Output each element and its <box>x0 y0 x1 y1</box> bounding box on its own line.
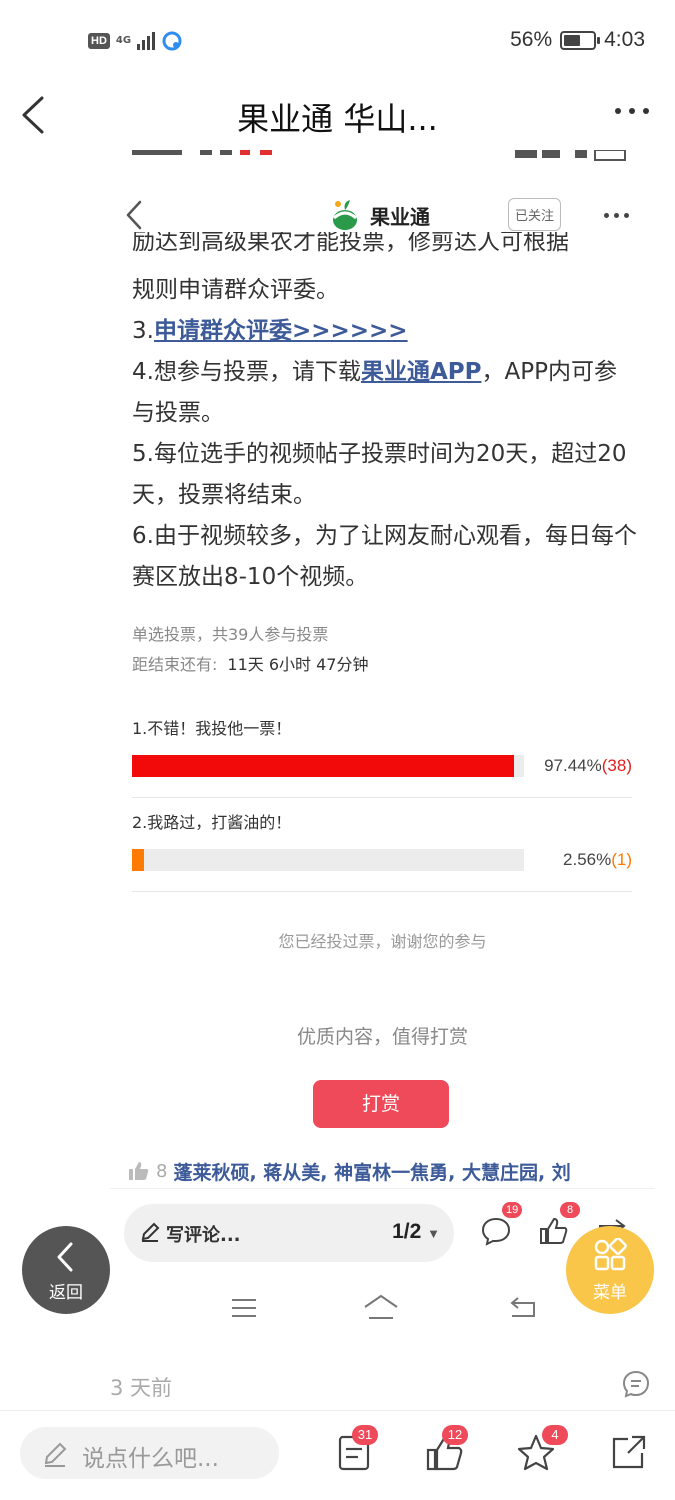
comment-badge: 19 <box>502 1202 523 1218</box>
like-badge: 12 <box>442 1425 468 1445</box>
poll-option-label: 1.不错！我投他一票！ <box>132 719 292 738</box>
battery-percent: 56% <box>510 28 553 51</box>
grid-menu-icon <box>594 1238 627 1271</box>
reward-prompt: 优质内容，值得打赏 <box>296 1026 468 1048</box>
page-number: 1/2 <box>392 1220 422 1243</box>
hd-badge: HD <box>88 33 110 49</box>
article-line-rule: 规则申请群众评委。 <box>132 277 339 303</box>
inner-more-icon[interactable] <box>604 213 629 218</box>
reward-button[interactable]: 打赏 <box>313 1080 449 1128</box>
page-indicator[interactable]: 1/2 ▼ <box>392 1220 440 1244</box>
pen-icon <box>44 1442 67 1467</box>
bottom-bar: 说点什么吧... 31 12 4 <box>0 1411 675 1500</box>
notes-badge: 31 <box>352 1425 378 1445</box>
poll-percent: 97.44% <box>544 756 602 775</box>
top-nav: 果业通 华山... <box>0 80 675 150</box>
countdown-value: 11天 6小时 47分钟 <box>227 655 369 674</box>
app-notification-icon <box>162 31 182 51</box>
notes-icon[interactable]: 31 <box>334 1425 378 1473</box>
divider <box>132 891 632 892</box>
status-right: 56% 4:03 <box>510 28 645 52</box>
item3-prefix: 3. <box>132 318 154 344</box>
poll-option-result: 2.56%(1) <box>563 849 632 871</box>
poll-count: (1) <box>611 850 632 869</box>
poll-percent: 2.56% <box>563 850 612 869</box>
status-bar: HD 4G 56% 4:03 <box>0 0 675 80</box>
message-icon[interactable] <box>621 1369 651 1399</box>
more-options-icon[interactable] <box>615 108 649 114</box>
like-badge: 8 <box>560 1202 580 1218</box>
countdown-label: 距结束还有: <box>132 655 218 674</box>
poll-summary: 单选投票，共39人参与投票 <box>132 625 329 644</box>
poll-bar-fill <box>132 849 144 871</box>
comment-icon[interactable]: 19 <box>480 1202 523 1246</box>
embedded-screenshot: 果业通 已关注 励达到高级果农才能投票，修剪达人可根据 规则申请群众评委。 3.… <box>110 150 655 1330</box>
floating-back-label: 返回 <box>49 1283 83 1303</box>
apply-jury-link[interactable]: 申请群众评委>>>>>> <box>154 318 408 344</box>
pen-icon <box>141 1222 160 1242</box>
download-app-link[interactable]: 果业通APP <box>361 359 482 385</box>
say-placeholder: 说点什么吧... <box>82 1446 219 1472</box>
comment-placeholder: 写评论... <box>166 1225 241 1246</box>
follow-button[interactable]: 已关注 <box>508 198 562 231</box>
clock: 4:03 <box>604 28 645 51</box>
like-icon[interactable]: 8 <box>538 1202 580 1246</box>
star-icon[interactable]: 4 <box>516 1425 568 1473</box>
write-comment-input[interactable]: 写评论... 1/2 ▼ <box>124 1204 454 1262</box>
home-icon[interactable] <box>362 1293 400 1321</box>
brand-name: 果业通 <box>370 204 430 229</box>
thumbs-up-icon <box>129 1162 149 1180</box>
star-badge: 4 <box>542 1425 568 1445</box>
post-time: 3 天前 <box>110 1376 173 1400</box>
network-type: 4G <box>115 35 132 46</box>
likers-count: 8 <box>156 1160 168 1182</box>
divider <box>132 797 632 798</box>
poll-option[interactable]: 1.不错！我投他一票！ 97.44%(38) <box>132 715 632 798</box>
poll-countdown: 距结束还有: 11天 6小时 47分钟 <box>132 650 632 680</box>
article-body: 励达到高级果农才能投票，修剪达人可根据 规则申请群众评委。 3.申请群众评委>>… <box>132 232 637 598</box>
signal-icon <box>137 32 156 50</box>
poll-bar-fill <box>132 755 514 777</box>
poll-meta: 单选投票，共39人参与投票 距结束还有: 11天 6小时 47分钟 <box>132 620 632 680</box>
brand-logo-icon <box>332 200 358 230</box>
say-something-input[interactable]: 说点什么吧... <box>20 1427 279 1479</box>
chevron-left-icon <box>57 1242 73 1272</box>
brand: 果业通 <box>330 198 430 232</box>
poll-option[interactable]: 2.我路过，打酱油的！ 2.56%(1) <box>132 809 632 892</box>
battery-icon <box>560 30 601 50</box>
likers-row: 8 蓬莱秋硕, 蒋从美, 神富林一焦勇, 大慧庄园, 刘 <box>128 1154 655 1188</box>
item4-prefix: 4.想参与投票，请下载 <box>132 359 361 385</box>
floating-back-button[interactable]: 返回 <box>22 1226 110 1314</box>
cropped-status-bar <box>132 150 626 161</box>
poll-bar-track <box>132 849 524 871</box>
voted-notice: 您已经投过票，谢谢您的参与 <box>278 932 487 951</box>
poll-option-label: 2.我路过，打酱油的！ <box>132 813 292 832</box>
article-item-5: 5.每位选手的视频帖子投票时间为20天，超过20天，投票将结束。 <box>132 441 627 508</box>
poll-bar-track <box>132 755 524 777</box>
caret-down-icon: ▼ <box>427 1226 440 1241</box>
floating-menu-button[interactable]: 菜单 <box>566 1226 654 1314</box>
article-item-4: 4.想参与投票，请下载果业通APP，APP内可参与投票。 <box>132 352 637 434</box>
back-nav-icon[interactable] <box>508 1295 538 1319</box>
likers-names[interactable]: 蓬莱秋硕, 蒋从美, 神富林一焦勇, 大慧庄园, 刘 <box>173 1158 570 1185</box>
article-cut-line: 励达到高级果农才能投票，修剪达人可根据 <box>132 232 569 252</box>
like-icon[interactable]: 12 <box>424 1425 468 1473</box>
floating-menu-label: 菜单 <box>593 1283 627 1303</box>
divider <box>110 1188 655 1189</box>
poll-count: (38) <box>601 756 632 775</box>
article-item-3: 3.申请群众评委>>>>>> <box>132 311 637 352</box>
page-title: 果业通 华山... <box>237 100 438 138</box>
share-icon[interactable] <box>608 1433 648 1473</box>
inner-back-icon[interactable] <box>122 198 146 232</box>
menu-icon[interactable] <box>230 1297 258 1319</box>
article-item-6: 6.由于视频较多，为了让网友耐心观看，每日每个赛区放出8-10个视频。 <box>132 523 637 590</box>
status-left: HD 4G <box>88 30 183 52</box>
poll-option-result: 97.44%(38) <box>544 755 632 777</box>
